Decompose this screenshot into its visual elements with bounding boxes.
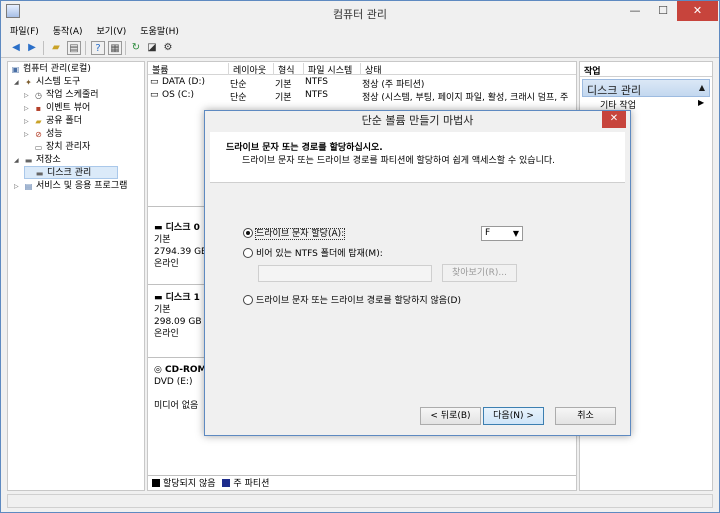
chevron-down-icon: ▼: [512, 229, 519, 238]
browse-button[interactable]: 찾아보기(R)...: [442, 264, 517, 282]
console-tree: ▣ 컴퓨터 관리(로컬) ◢ ✦ 시스템 도구 ▷ ◷ 작업 스케줄러 ▷ ▪ 이벤트 뷰어 …: [7, 61, 145, 491]
back-arrow-icon[interactable]: ◀: [9, 41, 23, 55]
dialog-subheading: 드라이브 문자 또는 드라이브 경로를 파티션에 할당하여 쉽게 액세스할 수 …: [242, 156, 555, 166]
toolbar: ◀ ▶ ▰ ▤ ? ▦ ↻ ◪ ⚙: [1, 39, 719, 58]
tree-item-event-viewer[interactable]: ▷ ▪ 이벤트 뷰어: [24, 102, 90, 115]
cancel-button[interactable]: 취소: [555, 407, 616, 425]
assign-letter-radio[interactable]: [243, 228, 253, 238]
tree-item-root[interactable]: ▣ 컴퓨터 관리(로컬): [10, 63, 91, 76]
properties-icon[interactable]: ▦: [108, 41, 122, 55]
new-simple-volume-wizard: 단순 볼륨 만들기 마법사 ✕ 드라이브 문자 또는 경로를 할당하십시오. 드…: [204, 110, 631, 436]
refresh-icon[interactable]: ↻: [129, 41, 143, 55]
volume-icon: ▭: [150, 90, 159, 100]
horizontal-scrollbar[interactable]: [7, 494, 713, 508]
column-layout[interactable]: 레이아웃: [228, 63, 266, 76]
collapse-icon[interactable]: ◢: [14, 76, 23, 89]
cdrom-icon: ◎: [154, 365, 165, 375]
column-type[interactable]: 형식: [273, 63, 295, 76]
menu-view[interactable]: 보기(V): [88, 23, 132, 37]
next-button[interactable]: 다음(N) >: [483, 407, 544, 425]
device-manager-icon: ▭: [34, 143, 43, 152]
table-row[interactable]: ▭ OS (C:) 단순 기본 NTFS 정상 (시스템, 부팅, 페이지 파일…: [148, 89, 576, 103]
unallocated-swatch: [152, 479, 160, 487]
window-title: 컴퓨터 관리: [332, 8, 388, 21]
primary-partition-swatch: [222, 479, 231, 487]
menu-bar: 파일(F) 동작(A) 보기(V) 도움말(H): [1, 23, 719, 39]
menu-file[interactable]: 파일(F): [1, 23, 44, 37]
drive-letter-select[interactable]: F ▼: [481, 226, 523, 241]
mount-folder-radio[interactable]: [243, 248, 253, 258]
event-viewer-icon: ▪: [35, 104, 42, 113]
export-icon[interactable]: ◪: [145, 41, 159, 55]
toolbar-separator: [125, 41, 126, 55]
actions-header: 작업: [580, 62, 712, 77]
console-tree-icon[interactable]: ▤: [67, 41, 81, 55]
expand-icon[interactable]: ▷: [24, 102, 33, 115]
collapse-up-icon[interactable]: ▲: [699, 83, 705, 92]
up-folder-icon[interactable]: ▰: [49, 41, 63, 55]
column-header: 볼륨 레이아웃 형식 파일 시스템 상태: [148, 62, 576, 76]
forward-arrow-icon[interactable]: ▶: [25, 41, 39, 55]
shared-folder-icon: ▰: [35, 117, 42, 126]
expand-icon[interactable]: ▷: [24, 115, 33, 128]
dialog-title: 단순 볼륨 만들기 마법사: [205, 111, 630, 131]
disk-icon: ▬: [154, 223, 166, 233]
no-letter-radio[interactable]: [243, 295, 253, 305]
disk-icon: ▬: [35, 169, 44, 178]
submenu-arrow-icon: ▶: [698, 98, 705, 107]
expand-icon[interactable]: ▷: [24, 128, 33, 141]
tree-item-system-tools[interactable]: ◢ ✦ 시스템 도구: [14, 76, 80, 89]
clock-icon: ◷: [35, 91, 42, 100]
dialog-header: 드라이브 문자 또는 경로를 할당하십시오. 드라이브 문자 또는 드라이브 경…: [210, 132, 625, 183]
services-icon: ▤: [24, 182, 33, 191]
no-letter-option[interactable]: 드라이브 문자 또는 드라이브 경로를 할당하지 않음(D): [243, 294, 461, 308]
settings-icon[interactable]: ⚙: [161, 41, 175, 55]
close-button[interactable]: ✕: [677, 1, 718, 21]
column-file-system[interactable]: 파일 시스템: [303, 63, 352, 76]
computer-icon: ▣: [11, 65, 20, 74]
menu-help[interactable]: 도움말(H): [131, 23, 184, 37]
disk-0-info[interactable]: ▬ 디스크 0 기본 2794.39 GB 온라인: [148, 222, 208, 270]
tree-item-performance[interactable]: ▷ ⊘ 성능: [24, 128, 63, 141]
minimize-button[interactable]: —: [621, 1, 649, 21]
storage-icon: ▬: [24, 156, 33, 165]
expand-icon[interactable]: ▷: [14, 180, 23, 193]
toolbar-separator: [43, 41, 44, 55]
expand-icon[interactable]: ▷: [24, 89, 33, 102]
dialog-heading: 드라이브 문자 또는 경로를 할당하십시오.: [226, 143, 383, 153]
volume-icon: ▭: [150, 77, 159, 87]
help-icon[interactable]: ?: [91, 41, 105, 55]
tree-item-device-manager[interactable]: ▭ 장치 관리자: [24, 141, 91, 154]
toolbar-separator: [85, 41, 86, 55]
tree-item-services-apps[interactable]: ▷ ▤ 서비스 및 응용 프로그램: [14, 180, 127, 193]
dialog-close-button[interactable]: ✕: [602, 111, 626, 128]
tree-item-shared-folders[interactable]: ▷ ▰ 공유 폴더: [24, 115, 82, 128]
mount-folder-option[interactable]: 비어 있는 NTFS 폴더에 탑재(M):: [243, 247, 383, 261]
collapse-icon[interactable]: ◢: [14, 154, 23, 167]
disk-icon: ▬: [154, 293, 166, 303]
column-status[interactable]: 상태: [360, 63, 382, 76]
tools-icon: ✦: [25, 78, 32, 87]
actions-disk-management[interactable]: 디스크 관리 ▲: [582, 79, 710, 97]
column-volume[interactable]: 볼륨: [148, 63, 169, 76]
mount-folder-path-input[interactable]: [258, 265, 432, 282]
table-row[interactable]: ▭ DATA (D:) 단순 기본 NTFS 정상 (주 파티션): [148, 76, 576, 90]
title-bar: 컴퓨터 관리 — ☐ ✕: [1, 1, 719, 23]
assign-letter-option[interactable]: 드라이브 문자 할당(A):: [243, 227, 346, 241]
performance-icon: ⊘: [35, 130, 42, 139]
disk-legend: 할당되지 않음 주 파티션: [148, 475, 576, 491]
dialog-body: 드라이브 문자 할당(A): F ▼ 비어 있는 NTFS 폴더에 탑재(M):…: [210, 184, 625, 399]
menu-action[interactable]: 동작(A): [44, 23, 88, 37]
back-button[interactable]: < 뒤로(B): [420, 407, 481, 425]
maximize-button[interactable]: ☐: [649, 1, 677, 21]
tree-item-disk-management[interactable]: ▬ 디스크 관리: [24, 166, 118, 179]
cdrom-info[interactable]: ◎ CD-ROM DVD (E:) 미디어 없음: [148, 364, 208, 412]
tree-item-task-scheduler[interactable]: ▷ ◷ 작업 스케줄러: [24, 89, 99, 102]
disk-1-info[interactable]: ▬ 디스크 1 기본 298.09 GB 온라인: [148, 292, 208, 340]
